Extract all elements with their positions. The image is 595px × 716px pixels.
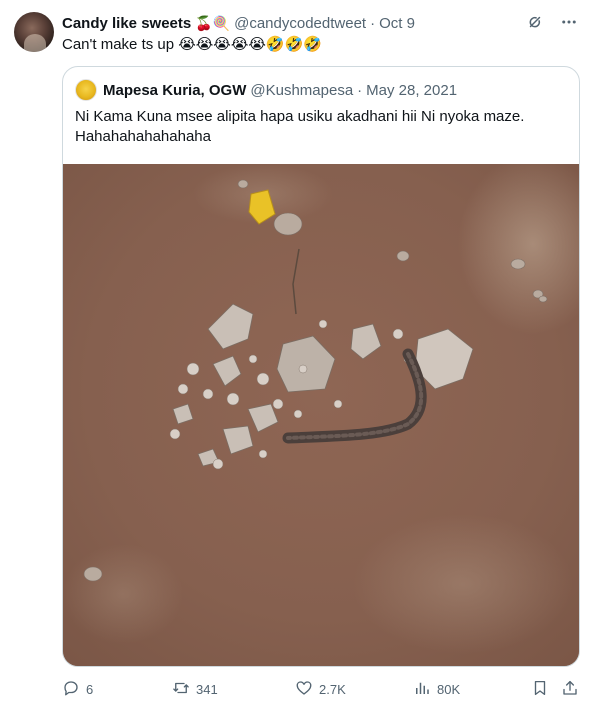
tweet[interactable]: Candy like sweets 🍒🍭 @candycodedtweet · … xyxy=(0,0,595,716)
tweet-date[interactable]: Oct 9 xyxy=(379,15,415,32)
views-button[interactable]: 80K xyxy=(413,678,460,700)
like-button[interactable]: 2.7K xyxy=(295,678,346,700)
quoted-author-avatar[interactable] xyxy=(75,79,97,101)
grok-icon[interactable] xyxy=(525,12,545,32)
reply-count: 6 xyxy=(86,681,94,697)
header-separator: · xyxy=(370,14,376,32)
author-handle[interactable]: @candycodedtweet xyxy=(234,15,366,32)
quoted-author-handle[interactable]: @Kushmapesa xyxy=(250,82,353,99)
top-actions xyxy=(525,12,579,32)
repost-icon xyxy=(172,679,190,700)
quoted-date[interactable]: May 28, 2021 xyxy=(366,82,457,99)
quoted-separator: · xyxy=(357,81,363,99)
views-icon xyxy=(413,679,431,700)
like-count: 2.7K xyxy=(319,681,346,697)
reply-button[interactable]: 6 xyxy=(62,678,93,700)
view-count: 80K xyxy=(437,681,461,697)
quoted-text-line2: Hahahahahahahaha xyxy=(75,128,211,145)
quoted-author-name[interactable]: Mapesa Kuria, OGW xyxy=(103,82,246,99)
quoted-tweet[interactable]: Mapesa Kuria, OGW @Kushmapesa · May 28, … xyxy=(62,66,580,667)
bookmark-button[interactable] xyxy=(531,678,549,700)
repost-count: 341 xyxy=(196,681,218,697)
quoted-text-line1: Ni Kama Kuna msee alipita hapa usiku aka… xyxy=(75,108,525,125)
action-bar: 6 341 2.7K 80K xyxy=(62,678,587,700)
repost-button[interactable]: 341 xyxy=(172,678,218,700)
like-icon xyxy=(295,679,313,700)
quoted-text: Ni Kama Kuna msee alipita hapa usiku aka… xyxy=(75,107,569,147)
author-avatar[interactable] xyxy=(14,12,54,52)
reply-icon xyxy=(62,679,80,700)
author-name-emojis: 🍒🍭 xyxy=(195,14,231,31)
tweet-header: Candy like sweets 🍒🍭 @candycodedtweet · … xyxy=(62,13,415,33)
author-name[interactable]: Candy like sweets xyxy=(62,15,191,32)
quoted-header: Mapesa Kuria, OGW @Kushmapesa · May 28, … xyxy=(75,79,457,101)
share-button[interactable] xyxy=(561,678,579,700)
quoted-photo[interactable] xyxy=(63,164,579,666)
share-icon xyxy=(561,679,579,700)
bookmark-icon xyxy=(531,679,549,700)
more-icon[interactable] xyxy=(559,12,579,32)
tweet-text: Can't make ts up 😭😭😭😭😭🤣🤣🤣 xyxy=(62,36,322,53)
